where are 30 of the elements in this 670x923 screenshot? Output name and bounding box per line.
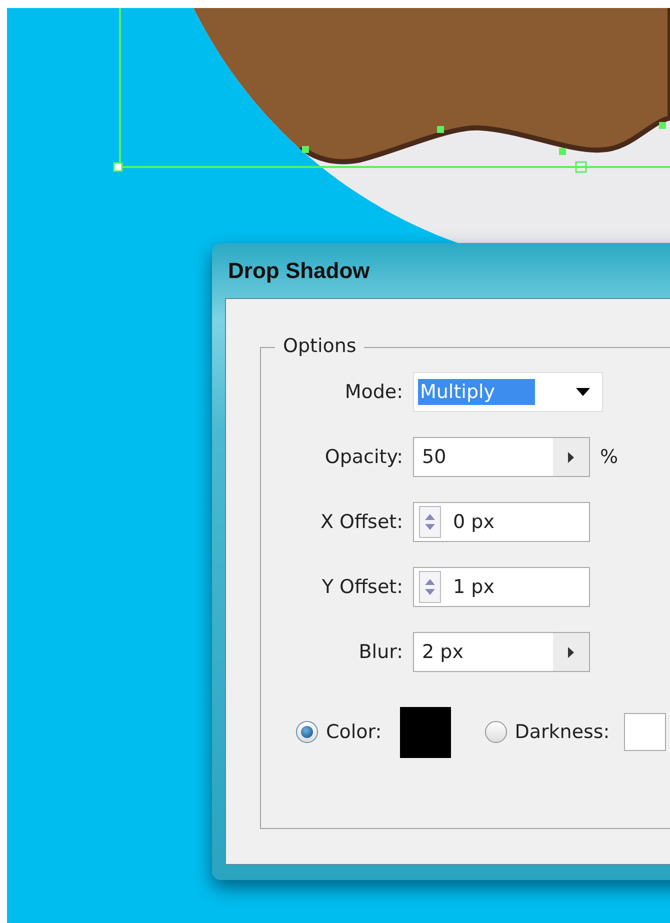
input-field[interactable]: 1 px [413, 567, 590, 607]
option-label: Darkness: [514, 721, 610, 743]
window-title: Drop Shadow [227, 256, 371, 285]
radio-button[interactable] [296, 721, 318, 743]
input-field[interactable]: 2 px [413, 632, 590, 672]
field-label: Mode: [344, 381, 403, 403]
up-down-arrows-icon [424, 577, 436, 597]
color-swatch[interactable] [400, 706, 451, 758]
slider-button[interactable] [553, 633, 589, 671]
caret-icon [576, 388, 590, 396]
dropdown-value: Multiply [418, 379, 536, 405]
slider-button[interactable] [553, 438, 589, 476]
darkness-field[interactable] [624, 713, 666, 751]
triangle-icon [568, 646, 574, 658]
up-down-arrows-icon [424, 512, 436, 532]
spinner-button[interactable] [419, 506, 441, 538]
spinner-button[interactable] [419, 571, 441, 603]
radio-button[interactable] [484, 721, 507, 743]
field-label: Y Offset: [320, 576, 403, 598]
anchor-points[interactable] [302, 122, 666, 155]
unit-label: % [600, 446, 618, 468]
group-label: Options [275, 335, 364, 357]
field-label: X Offset: [319, 511, 403, 533]
input-field[interactable]: 50 [413, 437, 590, 477]
field-label: Blur: [358, 641, 403, 663]
input-field[interactable]: 0 px [413, 502, 590, 542]
option-label: Color: [326, 721, 382, 743]
triangle-icon [568, 452, 574, 462]
field-label: Opacity: [324, 446, 403, 468]
selection-box[interactable] [113, 8, 670, 173]
